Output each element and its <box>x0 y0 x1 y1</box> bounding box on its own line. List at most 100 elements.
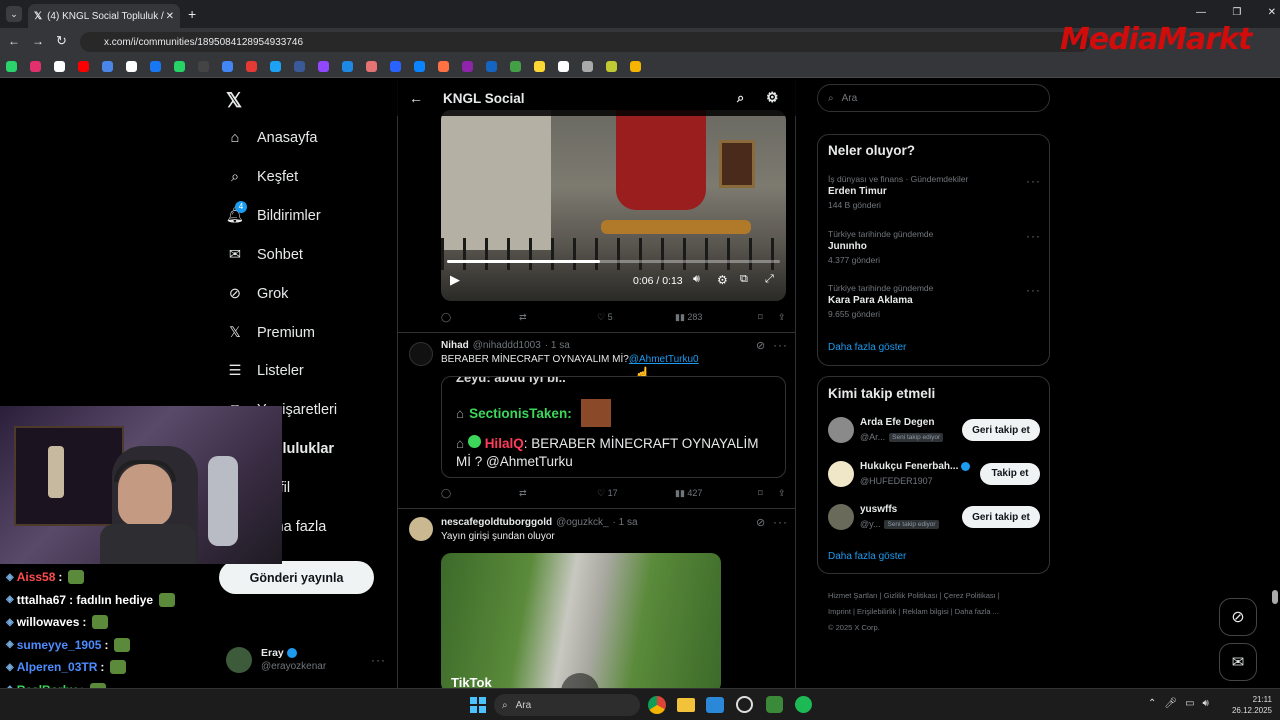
bookmark-favicon-icon[interactable] <box>366 61 377 72</box>
bookmark-favicon-icon[interactable] <box>222 61 233 72</box>
follow-suggestion[interactable]: yuswffs @y... Seni takip ediyor Geri taki… <box>828 503 1040 533</box>
retweet-icon[interactable]: ⇄ <box>519 488 597 499</box>
sidebar-item-5[interactable]: 𝕏 Premium <box>226 317 315 349</box>
trend-item[interactable]: Türkiye tarihinde gündemde Junınho 4.377 g… <box>828 229 1041 265</box>
tray-icons[interactable]: ⌃🎤︎▭🔊︎ <box>1148 698 1217 709</box>
mention-link[interactable]: @AhmetTurku0 <box>629 354 699 365</box>
sidebar-item-6[interactable]: ☰ Listeler <box>226 355 304 387</box>
bookmark-favicon-icon[interactable] <box>126 61 137 72</box>
views-icon[interactable]: ▮▮ 427 <box>675 488 758 499</box>
obs-icon[interactable] <box>736 696 753 713</box>
more-icon[interactable]: ··· <box>1026 229 1041 243</box>
like-icon[interactable]: ♡ 17 <box>597 488 675 499</box>
bookmark-favicon-icon[interactable] <box>534 61 545 72</box>
follow-button[interactable]: Geri takip et <box>962 419 1040 441</box>
sidebar-item-4[interactable]: ⊘ Grok <box>226 278 289 310</box>
photos-icon[interactable] <box>706 697 724 713</box>
account-switcher[interactable]: Eray @erayozkenar ··· <box>226 644 386 676</box>
bookmark-favicon-icon[interactable] <box>102 61 113 72</box>
more-icon[interactable]: ··· <box>371 653 386 667</box>
grok-icon[interactable]: ⊘ <box>756 339 765 352</box>
video-progress-track[interactable] <box>447 260 780 263</box>
bookmark-favicon-icon[interactable] <box>342 61 353 72</box>
chrome-icon[interactable] <box>648 696 666 714</box>
post-button[interactable]: Gönderi yayınla <box>219 561 374 594</box>
trend-item[interactable]: İş dünyası ve finans · Gündemdekiler Erde… <box>828 174 1041 210</box>
bookmark-favicon-icon[interactable] <box>582 61 593 72</box>
avatar[interactable] <box>409 517 433 541</box>
bookmark-favicon-icon[interactable] <box>270 61 281 72</box>
bookmark-favicon-icon[interactable] <box>78 61 89 72</box>
scrollbar[interactable] <box>1272 590 1278 604</box>
bookmark-favicon-icon[interactable] <box>606 61 617 72</box>
reply-icon[interactable]: ◯ <box>441 488 519 499</box>
retweet-icon[interactable]: ⇄ <box>519 312 597 323</box>
bookmark-favicon-icon[interactable] <box>510 61 521 72</box>
bookmark-favicon-icon[interactable] <box>630 61 641 72</box>
spotify-icon[interactable] <box>795 696 812 713</box>
bookmark-favicon-icon[interactable] <box>246 61 257 72</box>
fullscreen-icon[interactable]: ⤢ <box>765 273 774 286</box>
sidebar-item-1[interactable]: ⌕ Keşfet <box>226 161 298 193</box>
volume-icon[interactable]: 🔊︎ <box>693 273 700 286</box>
bookmark-favicon-icon[interactable] <box>558 61 569 72</box>
play-icon[interactable]: ▶ <box>450 272 460 288</box>
show-more-follows[interactable]: Daha fazla göster <box>828 551 906 562</box>
bookmark-icon[interactable]: ⌑ <box>758 488 778 499</box>
x-logo-icon[interactable]: 𝕏 <box>226 88 242 113</box>
follow-button[interactable]: Geri takip et <box>962 506 1040 528</box>
start-icon[interactable] <box>470 697 486 713</box>
bookmark-favicon-icon[interactable] <box>198 61 209 72</box>
bookmark-favicon-icon[interactable] <box>174 61 185 72</box>
bookmark-icon[interactable]: ⌑ <box>758 312 778 323</box>
settings-icon[interactable]: ⚙ <box>717 273 728 287</box>
sidebar-item-3[interactable]: ✉ Sohbet <box>226 239 303 271</box>
avatar[interactable] <box>409 342 433 366</box>
trend-item[interactable]: Türkiye tarihinde gündemde Kara Para Akla… <box>828 283 1041 319</box>
more-icon[interactable]: ··· <box>1026 283 1041 297</box>
like-icon[interactable]: ♡ 5 <box>597 312 675 323</box>
share-icon[interactable]: ⇪ <box>778 312 786 323</box>
gear-icon[interactable]: ⚙ <box>766 89 779 106</box>
follow-suggestion[interactable]: Arda Efe Degen @Ar... Seni takip ediyor G… <box>828 416 1040 446</box>
browser-tab[interactable]: 𝕏 (4) KNGL Social Topluluk / X ✕ <box>28 4 180 28</box>
bookmark-favicon-icon[interactable] <box>486 61 497 72</box>
address-bar[interactable]: x.com/i/communities/1895084128954933746 <box>80 32 1090 52</box>
video-player[interactable]: ▶ 0:06 / 0:13 🔊︎ ⚙ ⧉ ⤢ <box>441 110 786 301</box>
forward-icon[interactable]: → <box>32 34 44 48</box>
embedded-image[interactable]: Zeyd: abdu iyi bi.. ⌂ SectionisTaken: ⌂ … <box>441 376 786 478</box>
app-icon[interactable] <box>766 696 783 713</box>
grok-floating-button[interactable]: ⊘ <box>1219 598 1257 636</box>
bookmark-favicon-icon[interactable] <box>294 61 305 72</box>
reply-icon[interactable]: ◯ <box>441 312 519 323</box>
search-input[interactable]: ⌕ Ara <box>817 84 1050 112</box>
bookmark-favicon-icon[interactable] <box>462 61 473 72</box>
reload-icon[interactable]: ↻ <box>56 33 67 49</box>
bookmark-favicon-icon[interactable] <box>414 61 425 72</box>
close-window-icon[interactable]: ✕ <box>1268 7 1276 18</box>
bookmark-favicon-icon[interactable] <box>150 61 161 72</box>
post-author[interactable]: Nihad <box>441 340 469 351</box>
sidebar-item-2[interactable]: 🔔︎ 4 Bildirimler <box>226 200 321 232</box>
back-arrow-icon[interactable]: ← <box>409 90 423 106</box>
bookmark-favicon-icon[interactable] <box>6 61 17 72</box>
more-icon[interactable]: ··· <box>773 338 788 352</box>
maximize-icon[interactable]: ❐ <box>1232 7 1241 18</box>
play-icon[interactable] <box>561 673 599 688</box>
pip-icon[interactable]: ⧉ <box>740 273 748 286</box>
sidebar-item-0[interactable]: ⌂ Anasayfa <box>226 122 318 154</box>
share-icon[interactable]: ⇪ <box>778 488 786 499</box>
taskbar-search[interactable]: ⌕ Ara <box>494 694 640 716</box>
messages-floating-button[interactable]: ✉ <box>1219 643 1257 681</box>
back-icon[interactable]: ← <box>8 34 20 48</box>
bookmark-favicon-icon[interactable] <box>390 61 401 72</box>
more-icon[interactable]: ··· <box>1026 174 1041 188</box>
more-icon[interactable]: ··· <box>773 515 788 529</box>
search-icon[interactable]: ⌕ <box>737 90 744 106</box>
follow-suggestion[interactable]: Hukukçu Fenerbah... @HUFEDER1907 Takip e… <box>828 460 1040 490</box>
tab-search-button[interactable]: ⌄ <box>6 6 22 22</box>
minimize-icon[interactable]: — <box>1196 7 1206 18</box>
new-tab-button[interactable]: + <box>188 6 196 22</box>
show-more-trends[interactable]: Daha fazla göster <box>828 342 906 353</box>
bookmark-favicon-icon[interactable] <box>438 61 449 72</box>
